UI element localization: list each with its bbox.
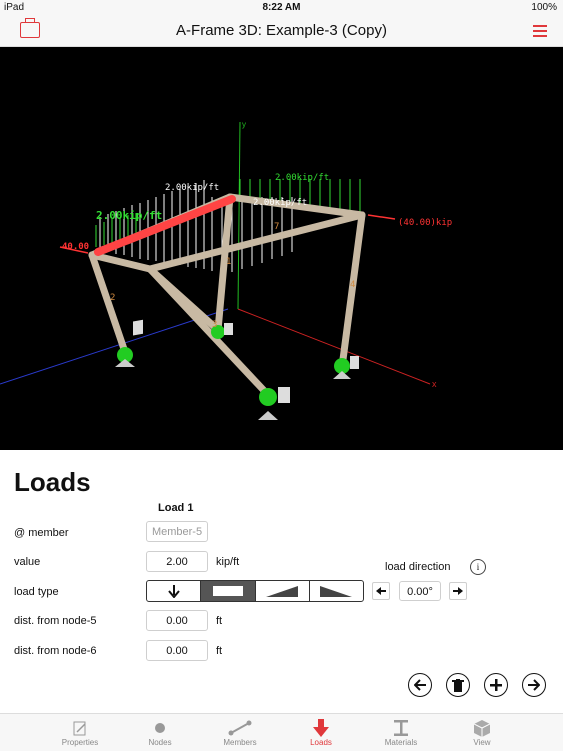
load-type-uniform[interactable] xyxy=(201,581,256,601)
tab-label: Members xyxy=(223,738,257,747)
menu-icon[interactable] xyxy=(533,25,547,37)
plus-icon xyxy=(490,679,502,691)
trash-icon xyxy=(452,678,464,692)
tab-label: Properties xyxy=(61,738,99,747)
triangle-up-icon xyxy=(266,585,299,597)
member-label-7: 7 xyxy=(274,222,279,232)
load-direction-input[interactable]: 0.00° xyxy=(399,581,441,601)
dist-node6-input[interactable]: 0.00 xyxy=(146,640,208,661)
rotate-right-button[interactable] xyxy=(449,582,467,600)
tab-materials[interactable]: Materials xyxy=(361,714,441,751)
delete-button[interactable] xyxy=(446,673,470,697)
load-direction-label: load direction xyxy=(385,561,451,573)
load-label-white-mid: 2.00kip/ft xyxy=(253,198,307,208)
page-title: A-Frame 3D: Example-3 (Copy) xyxy=(176,22,387,39)
member-label-1: 1 xyxy=(226,257,231,267)
info-icon[interactable]: i xyxy=(470,559,486,575)
nav-bar: A-Frame 3D: Example-3 (Copy) xyxy=(0,16,563,47)
value-input[interactable]: 2.00 xyxy=(146,551,208,572)
member-icon xyxy=(228,720,252,736)
load-label-white-left: 2.00kip/ft xyxy=(165,183,219,193)
tab-label: Nodes xyxy=(148,738,172,747)
load-label-green-top: 2.00kip/ft xyxy=(275,173,329,183)
point-load-label-left: 40.00 xyxy=(62,242,89,252)
member-label-4: 4 xyxy=(350,280,355,290)
dist-node5-unit: ft xyxy=(216,615,223,627)
dist-node5-input[interactable]: 0.00 xyxy=(146,610,208,631)
arrow-right-icon xyxy=(453,587,463,595)
load-label-green-left: 2.00kip/ft xyxy=(96,209,162,222)
node-icon xyxy=(155,723,165,733)
y-axis-label: y xyxy=(242,120,246,129)
load-column-header: Load 1 xyxy=(158,502,194,514)
member-label-2: 2 xyxy=(110,293,115,303)
member-input[interactable]: Member-5 xyxy=(146,521,208,542)
tab-bar: Properties Nodes Members Loads Materials… xyxy=(0,713,563,751)
load-type-selector[interactable] xyxy=(146,580,364,602)
load-type-point[interactable] xyxy=(147,581,202,601)
arrow-left-icon xyxy=(414,679,426,691)
cube-icon xyxy=(474,719,490,737)
add-button[interactable] xyxy=(484,673,508,697)
point-load-label-right: (40.00)kip xyxy=(398,218,452,228)
member-label-3: 3 xyxy=(212,320,217,330)
load-type-triangular-up[interactable] xyxy=(256,581,310,601)
i-beam-icon xyxy=(394,720,408,736)
edit-icon xyxy=(73,721,86,735)
clock: 8:22 AM xyxy=(262,2,301,13)
tab-loads[interactable]: Loads xyxy=(281,714,361,751)
tab-properties[interactable]: Properties xyxy=(40,714,120,751)
load-arrow-icon xyxy=(313,719,329,737)
tab-members[interactable]: Members xyxy=(200,714,280,751)
dist-node6-unit: ft xyxy=(216,645,223,657)
tab-view[interactable]: View xyxy=(442,714,522,751)
tab-label: Loads xyxy=(310,738,332,747)
arrow-right-icon xyxy=(528,679,540,691)
x-axis-label: x xyxy=(432,379,437,389)
y-axis xyxy=(237,121,241,310)
supports xyxy=(115,319,359,420)
x-axis xyxy=(237,308,431,385)
section-title: Loads xyxy=(14,467,91,497)
arrow-left-icon xyxy=(376,587,386,595)
dist-node5-label: dist. from node-5 xyxy=(14,615,97,627)
dist-node6-label: dist. from node-6 xyxy=(14,645,97,657)
tab-label: View xyxy=(473,738,491,747)
rotate-left-button[interactable] xyxy=(372,582,390,600)
tab-label: Materials xyxy=(384,738,418,747)
next-button[interactable] xyxy=(522,673,546,697)
point-load-right xyxy=(367,214,396,220)
uniform-load-icon xyxy=(212,586,243,596)
load-type-label: load type xyxy=(14,586,59,598)
load-type-triangular-down[interactable] xyxy=(310,581,363,601)
battery-level: 100% xyxy=(531,2,557,13)
status-bar: iPad 8:22 AM 100% xyxy=(0,0,563,16)
arrow-down-icon xyxy=(167,585,180,598)
previous-button[interactable] xyxy=(408,673,432,697)
structure-render: x y 2.00kip/ft 2.00kip/ft 2.00kip/ft 2.0… xyxy=(0,120,452,420)
value-label: value xyxy=(14,556,41,568)
structure-3d-viewport[interactable]: x y 2.00kip/ft 2.00kip/ft 2.00kip/ft 2.0… xyxy=(0,47,563,450)
member-label: @ member xyxy=(14,527,69,539)
triangle-down-icon xyxy=(320,585,353,597)
value-unit: kip/ft xyxy=(216,556,240,568)
tab-nodes[interactable]: Nodes xyxy=(120,714,200,751)
